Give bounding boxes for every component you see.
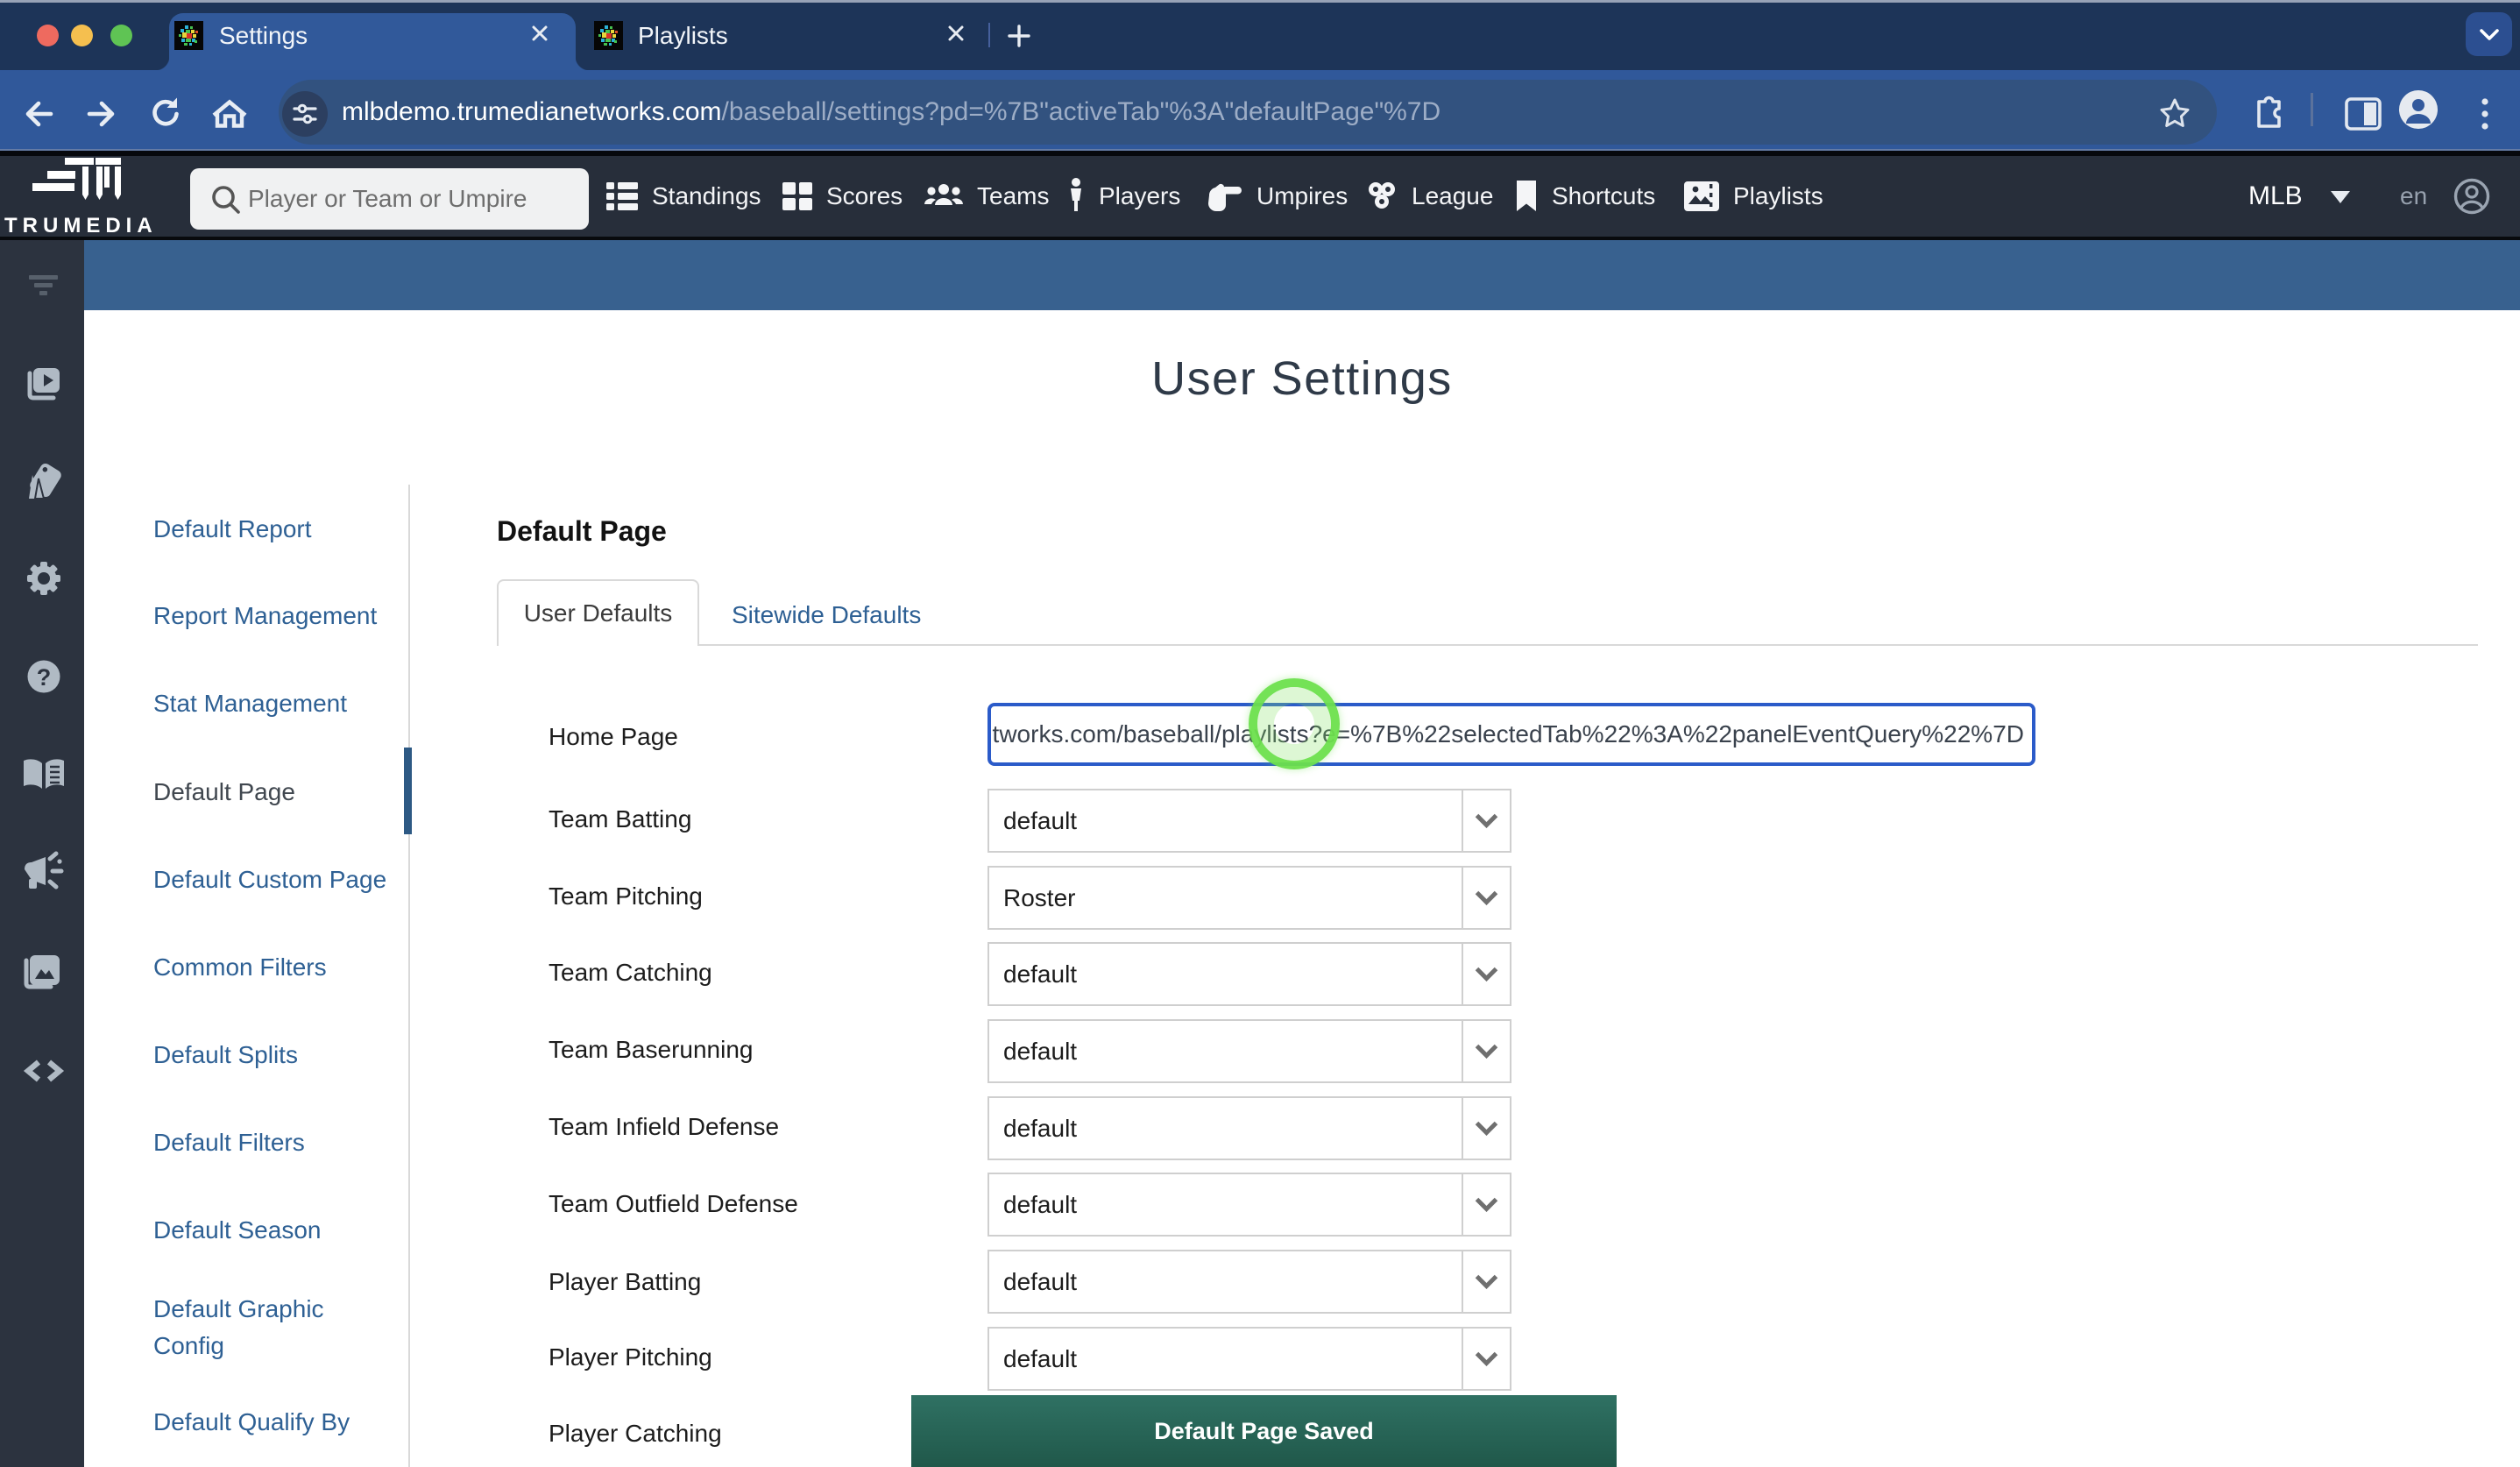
svg-text:?: ?: [37, 664, 52, 691]
